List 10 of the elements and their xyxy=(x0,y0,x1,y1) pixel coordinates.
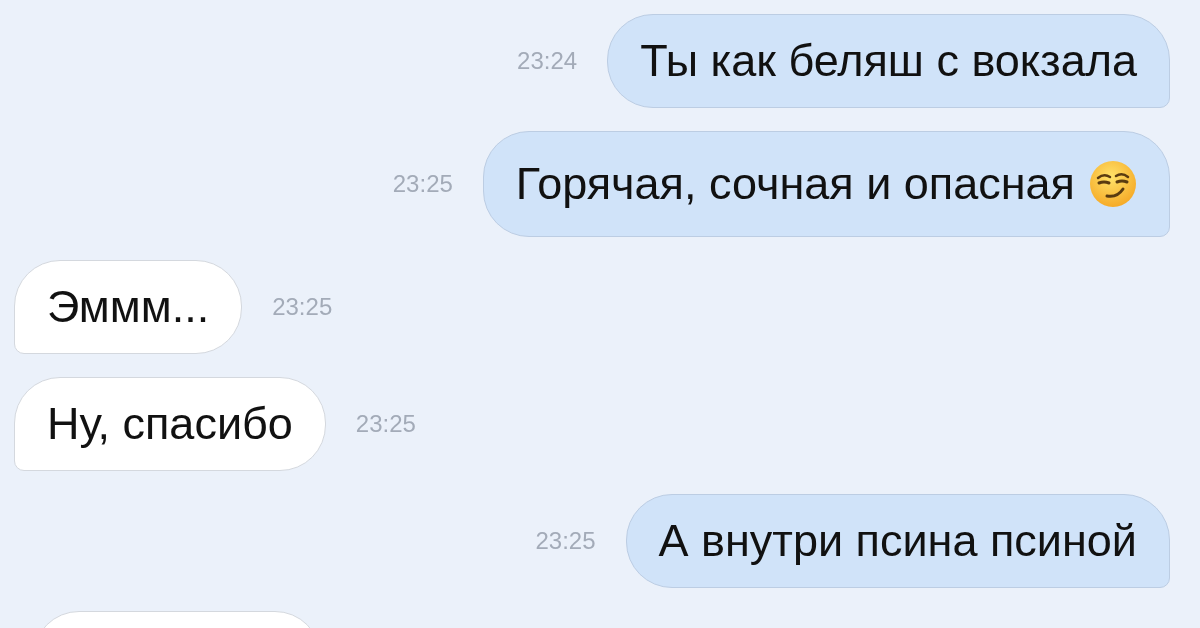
message-time: 23:25 xyxy=(535,527,596,555)
message-text: Ну, спасибо xyxy=(47,401,293,447)
message-text: А внутри псина псиной xyxy=(658,518,1137,564)
message-time: 23:25 xyxy=(392,170,453,198)
message-text: Ты как беляш с вокзала xyxy=(640,38,1137,84)
message-time: 23:24 xyxy=(517,47,578,75)
message-time: 23:25 xyxy=(355,410,416,438)
message-text: Эммм... xyxy=(47,284,210,330)
message-time: 23:25 xyxy=(272,293,333,321)
message-text: Горячая, сочная и опасная xyxy=(515,161,1075,207)
